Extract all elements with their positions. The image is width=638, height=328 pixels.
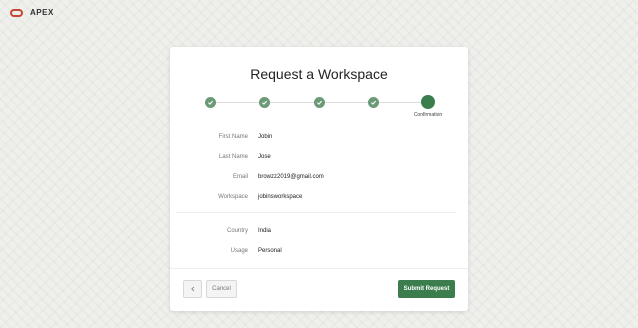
checkmark-icon <box>313 97 325 108</box>
field-label: Country <box>226 228 248 234</box>
field-value: Personal <box>258 248 282 254</box>
field-country: Country India <box>170 225 468 239</box>
step-4 <box>367 95 381 109</box>
oracle-logo-icon <box>10 8 23 17</box>
current-step-label: Confirmation <box>413 112 443 118</box>
field-label: Last Name <box>218 154 248 160</box>
chevron-left-icon <box>190 286 194 292</box>
step-1 <box>203 95 217 109</box>
field-value: jobinsworkspace <box>258 194 303 200</box>
back-button[interactable] <box>183 280 202 298</box>
checkmark-icon <box>368 97 379 108</box>
field-usage: Usage Personal <box>170 245 468 259</box>
field-first-name: First Name Jobin <box>170 131 468 145</box>
field-label: First Name <box>218 134 248 140</box>
progress-steps: Confirmation <box>204 95 442 121</box>
top-bar: APEX <box>10 8 54 17</box>
cancel-button[interactable]: Cancel <box>206 280 237 298</box>
app-brand: APEX <box>30 8 54 17</box>
current-step-dot <box>421 95 435 109</box>
field-value: browzz2019@gmail.com <box>258 174 324 180</box>
field-value: Jobin <box>258 134 273 140</box>
page-title: Request a Workspace <box>250 66 388 82</box>
request-workspace-card: Request a Workspace Confirmation First N… <box>170 47 468 311</box>
checkmark-icon <box>259 97 270 108</box>
submit-request-button[interactable]: Submit Request <box>398 280 455 298</box>
footer-divider <box>170 268 468 269</box>
field-last-name: Last Name Jose <box>170 151 468 165</box>
field-value: India <box>258 228 272 234</box>
checkmark-icon <box>204 97 216 108</box>
step-2 <box>258 95 272 109</box>
field-email: Email browzz2019@gmail.com <box>170 171 468 185</box>
field-label: Email <box>232 174 248 180</box>
field-workspace: Workspace jobinsworkspace <box>170 191 468 205</box>
field-value: Jose <box>258 154 271 160</box>
field-label: Usage <box>230 248 248 254</box>
field-label: Workspace <box>218 194 248 200</box>
section-divider <box>176 212 456 213</box>
step-5-current: Confirmation <box>414 95 442 118</box>
step-3 <box>312 95 326 109</box>
